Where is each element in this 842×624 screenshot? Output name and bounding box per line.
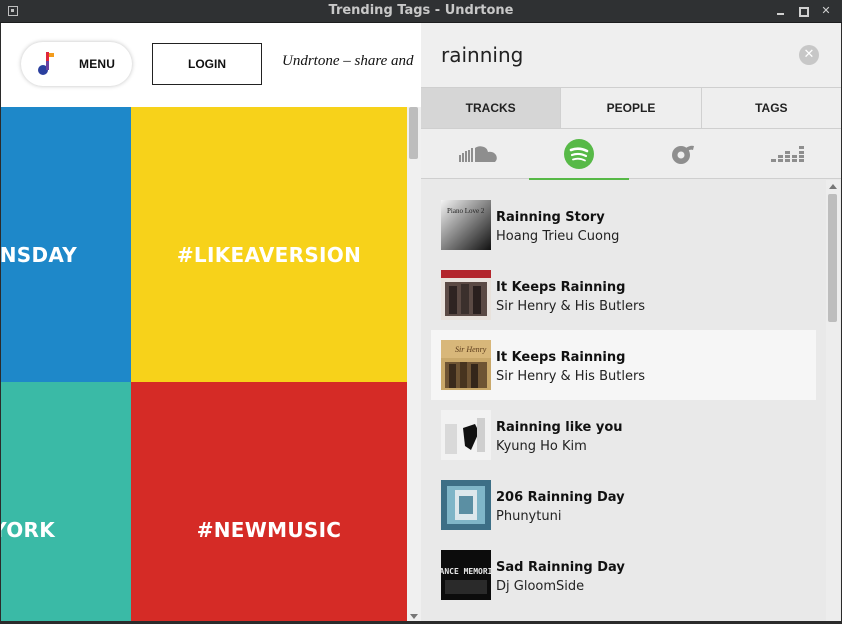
tag-tile-label: #LIKEAVERSION [176,243,362,267]
minimize-button[interactable] [774,4,788,18]
track-artist: Phunytuni [496,509,562,524]
track-title: It Keeps Rainning [496,280,626,295]
track-title: Rainning like you [496,420,623,435]
results-list: Piano Love 2 Rainning Story Hoang Trieu … [421,180,841,621]
album-cover: Piano Love 2 [441,200,491,250]
tab-people[interactable]: PEOPLE [561,88,702,128]
scroll-down-arrow-icon[interactable] [410,614,418,619]
cover-caption: Piano Love 2 [447,207,485,215]
window-title: Trending Tags - Undrtone [328,3,514,18]
clear-search-icon[interactable]: ✕ [799,45,819,65]
scroll-up-arrow-icon[interactable] [829,184,837,189]
track-row[interactable]: TRANCE MEMORIES Sad Rainning Day Dj Gloo… [431,540,816,610]
track-title: 206 Rainning Day [496,490,625,505]
search-input[interactable] [441,41,801,69]
cover-caption: TRANCE MEMORIES [441,567,491,576]
tab-tags[interactable]: TAGS [702,88,841,128]
scrollbar-thumb[interactable] [409,107,418,159]
maximize-button[interactable] [796,4,810,18]
login-button[interactable]: LOGIN [152,43,262,85]
album-cover: Sir Henry [441,340,491,390]
service-deezer[interactable] [738,129,838,179]
search-panel: ✕ TRACKS PEOPLE TAGS [421,23,841,621]
search-tabs: TRACKS PEOPLE TAGS [421,87,841,129]
track-row[interactable]: Rainning like you Kyung Ho Kim [431,400,816,470]
menu-label: MENU [79,57,116,71]
service-selector [421,129,841,180]
deezer-icon [771,146,804,162]
album-cover [441,410,491,460]
album-cover [441,480,491,530]
track-title: It Keeps Rainning [496,350,626,365]
tag-tile[interactable]: #LIKEAVERSION [131,107,407,382]
tag-tile[interactable]: #NEWMUSIC [131,382,407,621]
track-row[interactable]: Sir Henry It Keeps Rainning Sir Henry & … [431,330,816,400]
album-cover: TRANCE MEMORIES [441,550,491,600]
close-window-button[interactable]: ✕ [819,4,833,18]
tag-tile-label: YORK [1,518,55,542]
tag-tile-label: ANSDAY [1,243,77,267]
track-row[interactable]: Piano Love 2 Rainning Story Hoang Trieu … [431,190,816,260]
tag-tile[interactable]: ANSDAY [1,107,131,382]
track-row[interactable]: 206 Rainning Day Phunytuni [431,470,816,540]
service-soundcloud[interactable] [429,129,529,179]
site-content: MENU LOGIN Undrtone – share and ANSDAY #… [1,23,421,621]
track-title: Sad Rainning Day [496,560,625,575]
service-spotify[interactable] [529,129,629,180]
tag-tile-label: #NEWMUSIC [196,518,342,542]
track-title: Rainning Story [496,210,605,225]
service-rdio[interactable] [633,129,733,179]
title-bar: Trending Tags - Undrtone ✕ [0,0,842,23]
album-cover [441,270,491,320]
undrtone-logo-icon [38,52,54,75]
menu-button[interactable]: MENU [21,42,132,86]
scrollbar-thumb[interactable] [828,194,837,322]
search-bar: ✕ [421,23,841,87]
spotify-icon [564,139,594,169]
tag-tile[interactable]: YORK [1,382,131,621]
site-tagline: Undrtone – share and [282,53,414,69]
track-artist: Kyung Ho Kim [496,439,587,454]
tab-tracks[interactable]: TRACKS [421,88,562,128]
site-scrollbar[interactable] [407,107,421,621]
track-artist: Sir Henry & His Butlers [496,299,646,314]
track-row[interactable]: It Keeps Rainning Sir Henry & His Butler… [431,260,816,330]
track-artist: Hoang Trieu Cuong [496,229,620,244]
cover-caption: Sir Henry [455,345,487,354]
track-artist: Sir Henry & His Butlers [496,369,646,384]
track-artist: Dj GloomSide [496,579,585,594]
soundcloud-icon [459,146,497,162]
rdio-icon [672,145,694,164]
results-scrollbar[interactable] [826,180,840,621]
